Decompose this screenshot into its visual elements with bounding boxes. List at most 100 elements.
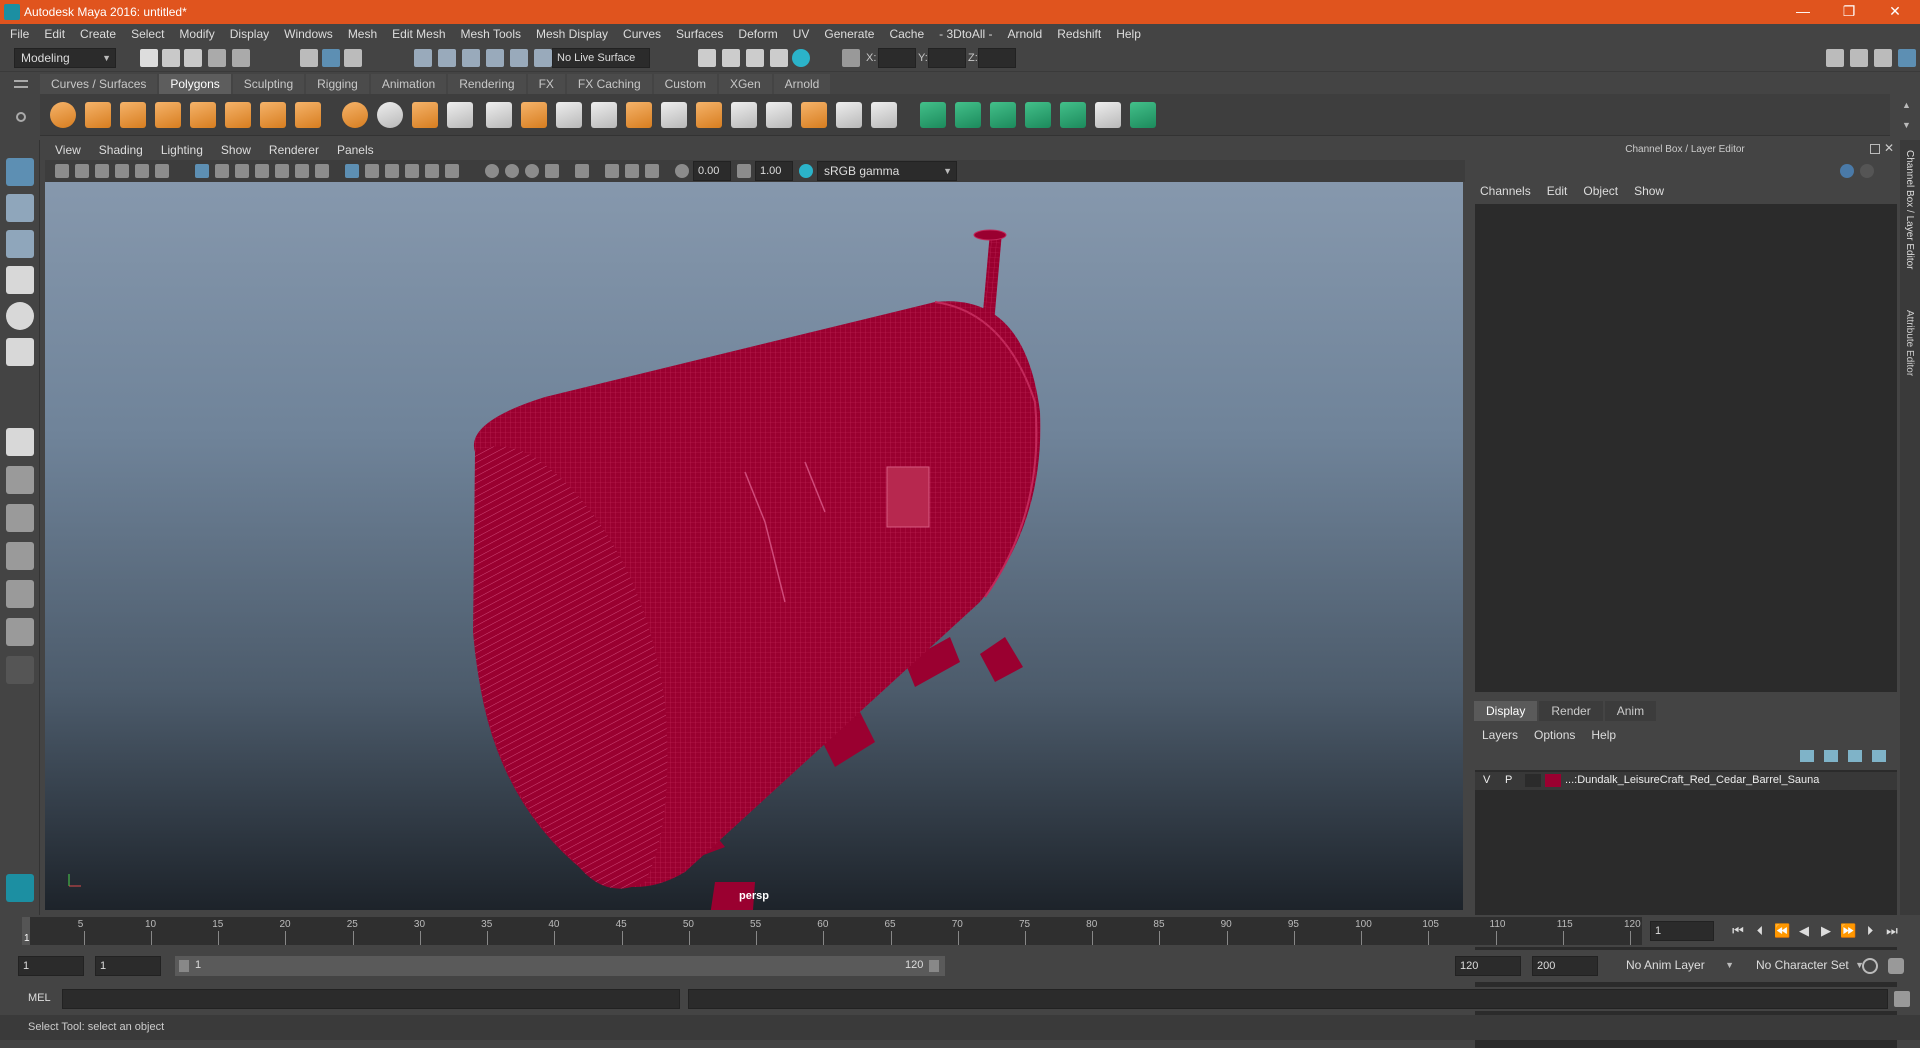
modeling-toolkit-icon[interactable] (1826, 49, 1844, 67)
new-scene-icon[interactable] (140, 49, 158, 67)
shelf-tab-fx-caching[interactable]: FX Caching (566, 74, 652, 94)
range-end-handle[interactable] (929, 960, 939, 972)
multi-cut-icon[interactable] (591, 102, 617, 128)
safe-action-icon[interactable] (295, 164, 309, 178)
minimize-button[interactable]: — (1780, 0, 1826, 24)
panel-menu-lighting[interactable]: Lighting (161, 143, 203, 157)
select-by-object-icon[interactable] (322, 49, 340, 67)
layer-menu-layers[interactable]: Layers (1482, 728, 1518, 742)
redo-icon[interactable] (232, 49, 250, 67)
cb-menu-edit[interactable]: Edit (1547, 184, 1568, 198)
character-set-dropdown[interactable]: No Character Set ▼ (1750, 956, 1868, 976)
create-ctrl-icon[interactable] (920, 102, 946, 128)
shelf-tab-xgen[interactable]: XGen (718, 74, 772, 94)
anim-layer-dropdown[interactable]: No Anim Layer ▼ (1620, 956, 1738, 976)
grid-icon[interactable] (195, 164, 209, 178)
script-editor-icon[interactable] (1894, 991, 1910, 1007)
xray-joints-icon[interactable] (625, 164, 639, 178)
layer-visibility-toggle[interactable]: V (1483, 774, 1490, 786)
menu-mesh-tools[interactable]: Mesh Tools (461, 27, 521, 41)
auto-key-icon[interactable] (1862, 958, 1878, 974)
bridge-icon[interactable] (556, 102, 582, 128)
shelf-tab-arnold[interactable]: Arnold (773, 74, 831, 94)
animation-preferences-icon[interactable] (1888, 958, 1904, 974)
menu-file[interactable]: File (10, 27, 29, 41)
color-space-dropdown[interactable]: sRGB gamma ▼ (817, 161, 957, 181)
wireframe-icon[interactable] (345, 164, 359, 178)
go-to-start-icon[interactable]: ⏮ (1730, 923, 1746, 939)
textured-icon[interactable] (405, 164, 419, 178)
depth-of-field-icon[interactable] (545, 164, 559, 178)
select-by-component-icon[interactable] (344, 49, 362, 67)
layer-playback-toggle[interactable]: P (1505, 774, 1512, 786)
gamma-input[interactable]: 1.00 (755, 161, 793, 181)
shelf-menu-icon[interactable] (14, 80, 28, 88)
menu-modify[interactable]: Modify (179, 27, 214, 41)
menu-redshift[interactable]: Redshift (1057, 27, 1101, 41)
layer-display-type[interactable] (1525, 774, 1541, 787)
poly-cylinder-icon[interactable] (120, 102, 146, 128)
gamma-icon[interactable] (737, 164, 751, 178)
custom-layout-icon[interactable] (6, 656, 34, 684)
tool-settings-toggle-icon[interactable] (1874, 49, 1892, 67)
snap-grid-icon[interactable] (414, 49, 432, 67)
step-back-key-icon[interactable]: ⏪ (1774, 923, 1790, 939)
channel-box-panel[interactable] (1475, 204, 1897, 692)
panel-menu-panels[interactable]: Panels (337, 143, 374, 157)
transform-mode-icon[interactable] (842, 49, 860, 67)
script-language-toggle[interactable]: MEL (28, 992, 51, 1004)
shelf-tab-sculpting[interactable]: Sculpting (232, 74, 305, 94)
animation-end-input[interactable]: 200 (1532, 956, 1598, 976)
shelf-gear-icon[interactable] (16, 112, 26, 122)
float-panel-icon[interactable] (1870, 144, 1880, 154)
move-tool-icon[interactable] (6, 266, 34, 294)
playback-end-input[interactable]: 120 (1455, 956, 1521, 976)
smooth-icon[interactable] (412, 102, 438, 128)
perspective-viewport[interactable]: persp (45, 182, 1463, 910)
append-polygon-icon[interactable] (731, 102, 757, 128)
restore-button[interactable]: ❐ (1826, 0, 1872, 24)
layer-tab-anim[interactable]: Anim (1604, 701, 1657, 721)
camera-select-icon[interactable] (55, 164, 69, 178)
range-bar[interactable]: 1 120 (175, 956, 945, 976)
menu-select[interactable]: Select (131, 27, 164, 41)
symmetry-icon[interactable] (1130, 102, 1156, 128)
step-forward-key-icon[interactable]: ⏩ (1840, 923, 1856, 939)
menu-cache[interactable]: Cache (889, 27, 924, 41)
image-plane-icon[interactable] (115, 164, 129, 178)
layer-tab-render[interactable]: Render (1539, 701, 1603, 721)
select-tool-icon[interactable] (6, 158, 34, 186)
use-all-lights-icon[interactable] (425, 164, 439, 178)
paint-select-tool-icon[interactable] (6, 230, 34, 258)
snap-point-icon[interactable] (462, 49, 480, 67)
select-by-hierarchy-icon[interactable] (300, 49, 318, 67)
cb-menu-object[interactable]: Object (1583, 184, 1618, 198)
command-input[interactable] (62, 989, 680, 1009)
shelf-tab-rendering[interactable]: Rendering (448, 74, 526, 94)
poly-cube-icon[interactable] (85, 102, 111, 128)
menu-generate[interactable]: Generate (824, 27, 874, 41)
move-layer-up-icon[interactable] (1800, 750, 1814, 762)
2d-pan-zoom-icon[interactable] (135, 164, 149, 178)
menu-create[interactable]: Create (80, 27, 116, 41)
channel-options-icon[interactable] (1860, 164, 1874, 178)
live-surface-field[interactable]: No Live Surface (552, 48, 650, 68)
shelf-tab-curves-surfaces[interactable]: Curves / Surfaces (40, 74, 158, 94)
four-view-layout-icon[interactable] (6, 466, 34, 494)
panel-menu-renderer[interactable]: Renderer (269, 143, 319, 157)
side-tab-attribute-editor[interactable]: Attribute Editor (1904, 310, 1915, 376)
fill-hole-icon[interactable] (696, 102, 722, 128)
play-forwards-icon[interactable]: ▶ (1818, 923, 1834, 939)
shelf-tab-fx[interactable]: FX (527, 74, 565, 94)
separate-icon[interactable] (377, 102, 403, 128)
menu-edit-mesh[interactable]: Edit Mesh (392, 27, 445, 41)
y-input[interactable] (928, 48, 966, 68)
menu-edit[interactable]: Edit (44, 27, 65, 41)
layer-menu-options[interactable]: Options (1534, 728, 1575, 742)
play-backwards-icon[interactable]: ◀ (1796, 923, 1812, 939)
menu-3dtoall[interactable]: - 3DtoAll - (939, 27, 992, 41)
snap-curve-icon[interactable] (438, 49, 456, 67)
gate-mask-icon[interactable] (255, 164, 269, 178)
shelf-scroll-up-icon[interactable]: ▲ (1902, 100, 1911, 110)
side-tab-channel-box[interactable]: Channel Box / Layer Editor (1904, 150, 1915, 270)
